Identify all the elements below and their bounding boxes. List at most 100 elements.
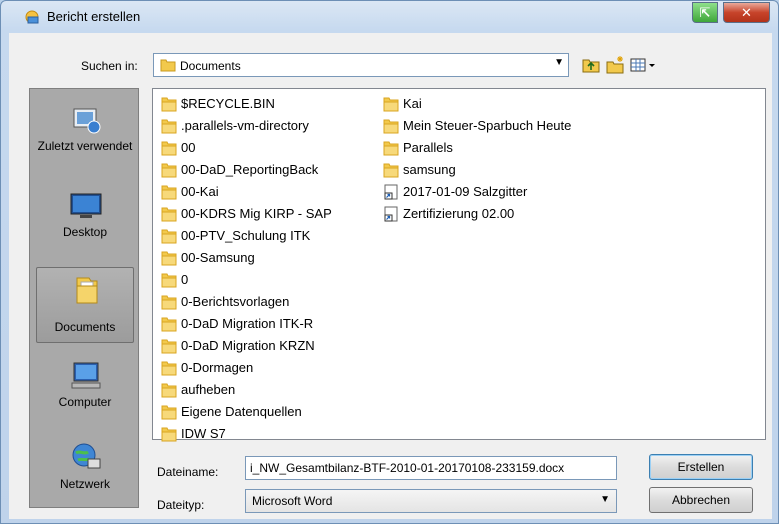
list-item[interactable]: Kai (379, 93, 679, 115)
file-column-1: $RECYCLE.BIN .parallels-vm-directory 00 00-… (157, 93, 377, 445)
list-item-label: Kai (403, 96, 422, 111)
list-item[interactable]: 00 (157, 137, 377, 159)
list-item[interactable]: samsung (379, 159, 679, 181)
folder-icon (161, 97, 177, 112)
place-label: Desktop (62, 225, 108, 239)
title-bar[interactable]: Bericht erstellen ⇱ ✕ (1, 1, 778, 33)
list-item-label: .parallels-vm-directory (181, 118, 309, 133)
list-item[interactable]: 0-DaD Migration ITK-R (157, 313, 377, 335)
filename-input[interactable] (245, 456, 617, 480)
list-item-label: 00-Kai (181, 184, 219, 199)
folder-icon (161, 361, 177, 376)
folder-icon (161, 163, 177, 178)
restore-icon: ⇱ (699, 5, 711, 20)
place-recent[interactable]: Zuletzt verwendet (36, 97, 134, 173)
list-item-label: Zertifizierung 02.00 (403, 206, 515, 221)
computer-icon (71, 362, 101, 389)
list-item[interactable]: Parallels (379, 137, 679, 159)
list-item[interactable]: 0-DaD Migration KRZN (157, 335, 377, 357)
place-desktop[interactable]: Desktop (36, 183, 134, 259)
filetype-dropdown[interactable]: Microsoft Word ▼ (245, 489, 617, 513)
list-item-label: 00 (181, 140, 196, 155)
filetype-value: Microsoft Word (252, 494, 333, 508)
folder-icon (161, 339, 177, 354)
folder-icon (161, 251, 177, 266)
folder-icon (161, 141, 177, 156)
folder-icon (383, 119, 399, 134)
shortcut-icon (384, 184, 398, 200)
list-item[interactable]: Zertifizierung 02.00 (379, 203, 679, 225)
up-folder-icon[interactable] (581, 55, 601, 75)
folder-icon (161, 427, 177, 442)
chevron-down-icon: ▼ (600, 494, 610, 505)
folder-icon (161, 383, 177, 398)
place-documents[interactable]: Documents (36, 267, 134, 343)
list-item[interactable]: Eigene Datenquellen (157, 401, 377, 423)
list-item[interactable]: $RECYCLE.BIN (157, 93, 377, 115)
chevron-down-icon: ▼ (554, 57, 564, 68)
restore-button[interactable]: ⇱ (692, 2, 718, 23)
place-network[interactable]: Netzwerk (36, 435, 134, 511)
folder-icon (161, 207, 177, 222)
folder-icon (161, 273, 177, 288)
list-item-label: 00-DaD_ReportingBack (181, 162, 319, 177)
folder-icon (161, 119, 177, 134)
folder-icon (161, 317, 177, 332)
dialog-window: Bericht erstellen ⇱ ✕ Suchen in: Documen… (0, 0, 779, 524)
place-label: Computer (58, 395, 112, 409)
documents-icon (76, 277, 98, 304)
list-item-label: IDW S7 (181, 426, 226, 441)
list-item-label: 00-KDRS Mig KIRP - SAP (181, 206, 332, 221)
cancel-button[interactable]: Abbrechen (649, 487, 753, 513)
list-item-label: 0-Berichtsvorlagen (181, 294, 290, 309)
file-list[interactable]: $RECYCLE.BIN .parallels-vm-directory 00 00-… (152, 88, 766, 442)
list-item[interactable]: 00-Kai (157, 181, 377, 203)
folder-icon (161, 185, 177, 200)
recent-icon (73, 108, 101, 134)
list-item[interactable]: 00-DaD_ReportingBack (157, 159, 377, 181)
list-item[interactable]: IDW S7 (157, 423, 377, 445)
folder-icon (383, 97, 399, 112)
create-button[interactable]: Erstellen (649, 454, 753, 480)
view-menu-icon[interactable] (629, 55, 657, 75)
list-item-label: Parallels (403, 140, 453, 155)
network-icon (72, 443, 101, 469)
list-item-label: Mein Steuer-Sparbuch Heute (403, 118, 572, 133)
shortcut-icon (384, 206, 398, 222)
window-title: Bericht erstellen (47, 9, 141, 24)
place-label: Documents (54, 320, 116, 334)
filename-label: Dateiname: (157, 465, 219, 479)
list-item[interactable]: aufheben (157, 379, 377, 401)
folder-icon (383, 163, 399, 178)
folder-icon (383, 141, 399, 156)
list-item[interactable]: Mein Steuer-Sparbuch Heute (379, 115, 679, 137)
list-item[interactable]: 2017-01-09 Salzgitter (379, 181, 679, 203)
list-item[interactable]: 0-Dormagen (157, 357, 377, 379)
lookin-dropdown[interactable]: Documents ▼ (153, 53, 569, 77)
folder-icon (161, 295, 177, 310)
lookin-label: Suchen in: (81, 59, 138, 73)
report-app-icon (25, 10, 39, 24)
place-label: Netzwerk (59, 477, 110, 491)
folder-icon (161, 405, 177, 420)
list-item[interactable]: 00-PTV_Schulung ITK (157, 225, 377, 247)
new-folder-icon[interactable] (605, 55, 625, 75)
list-item[interactable]: .parallels-vm-directory (157, 115, 377, 137)
list-item[interactable]: 00-Samsung (157, 247, 377, 269)
desktop-icon (70, 193, 102, 218)
list-item-label: 2017-01-09 Salzgitter (403, 184, 528, 199)
list-item[interactable]: 0 (157, 269, 377, 291)
list-item-label: Eigene Datenquellen (181, 404, 302, 419)
folder-icon (160, 59, 176, 72)
list-item-label: 0 (181, 272, 189, 287)
close-icon: ✕ (741, 5, 752, 20)
close-button[interactable]: ✕ (723, 2, 770, 23)
filetype-label: Dateityp: (157, 498, 205, 512)
folder-icon (161, 229, 177, 244)
list-item-label: 0-Dormagen (181, 360, 254, 375)
file-column-2: Kai Mein Steuer-Sparbuch Heute Parallels sa… (379, 93, 679, 225)
lookin-value: Documents (180, 59, 241, 73)
place-computer[interactable]: Computer (36, 353, 134, 429)
list-item[interactable]: 0-Berichtsvorlagen (157, 291, 377, 313)
list-item[interactable]: 00-KDRS Mig KIRP - SAP (157, 203, 377, 225)
